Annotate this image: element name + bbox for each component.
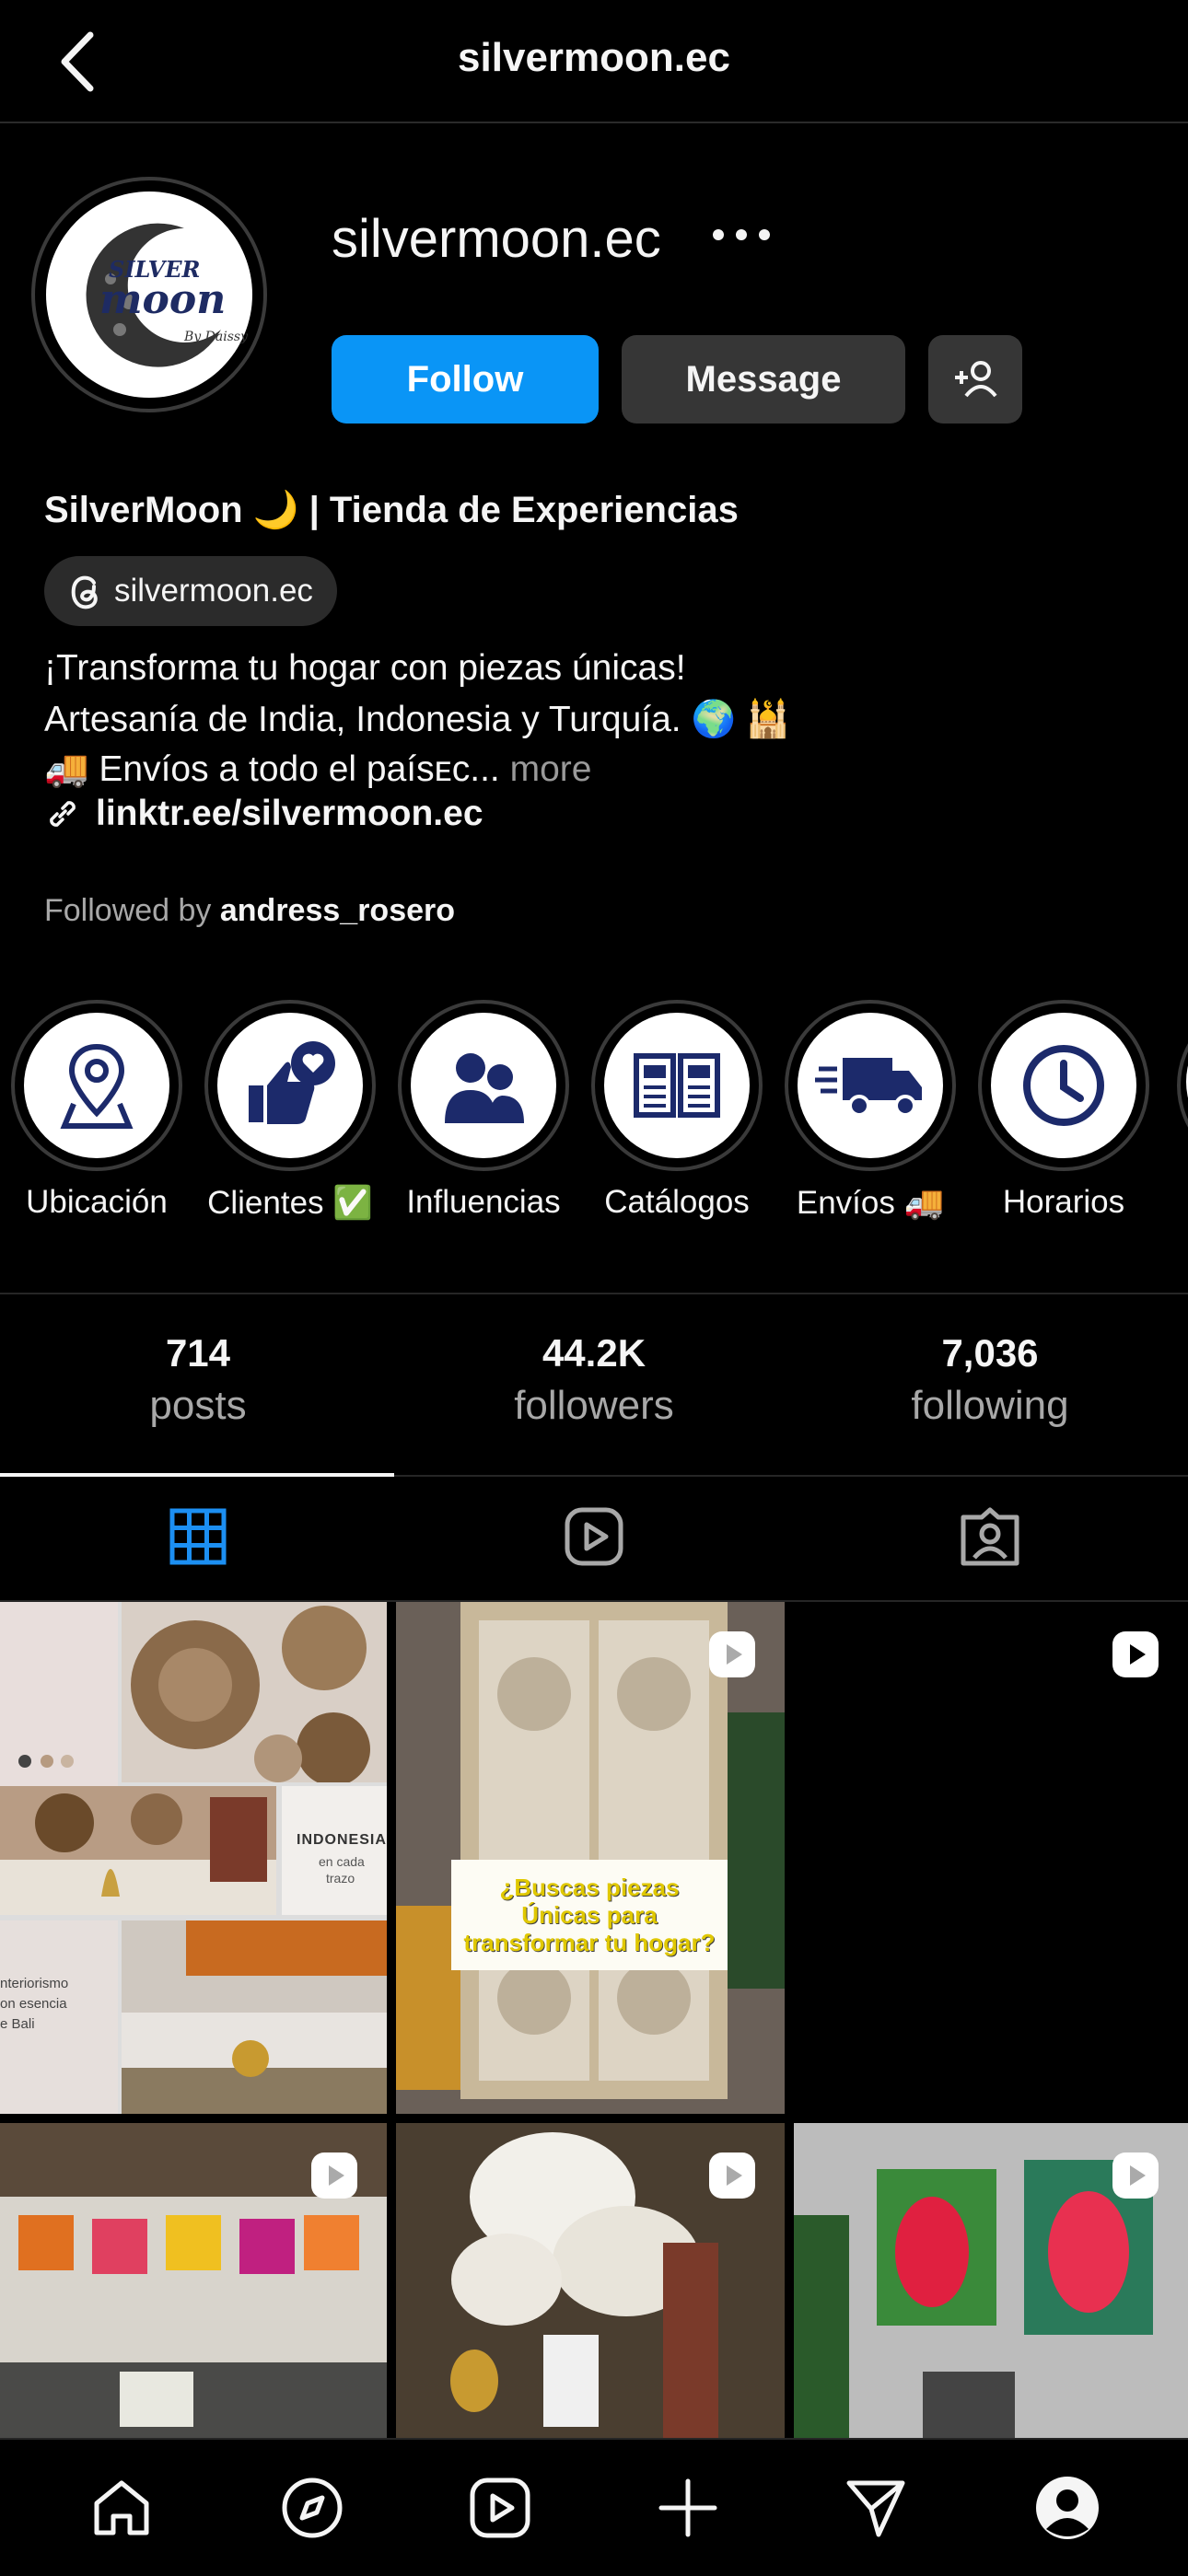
dot	[41, 1755, 53, 1768]
reel-badge	[707, 2151, 757, 2205]
post-tile[interactable]	[794, 1602, 1188, 2114]
post-photo	[122, 1602, 387, 1786]
post-text: INDONESIA	[297, 1832, 387, 1848]
tab-grid[interactable]	[0, 1473, 396, 1600]
reels-icon	[470, 2477, 530, 2538]
post-caption-overlay: ¿Buscas piezas Únicas para transformar t…	[451, 1860, 728, 1970]
post-panel: INDONESIA en cada trazo	[282, 1786, 387, 1915]
dot	[18, 1755, 31, 1768]
home-icon	[94, 2480, 149, 2535]
logo-text-main: moon	[99, 276, 227, 323]
post-tile[interactable]: ¿Buscas piezas Únicas para transformar t…	[396, 1602, 785, 2114]
top-bar: silvermoon.ec	[0, 0, 1188, 123]
bio-more-link[interactable]: more	[510, 749, 592, 789]
bottom-navigation	[0, 2438, 1188, 2576]
reels-icon	[565, 1507, 623, 1566]
post-panel	[0, 1602, 118, 1786]
clock-icon	[1023, 1045, 1104, 1126]
more-options-button[interactable]	[709, 221, 774, 249]
following-label: following	[911, 1383, 1069, 1428]
reels-icon	[1112, 2152, 1159, 2199]
followers-label: followers	[514, 1383, 674, 1428]
highlight-label: Horarios	[1002, 1184, 1125, 1220]
profile-tabs	[0, 1473, 1188, 1602]
page-title: silvermoon.ec	[458, 35, 730, 80]
living-room-image	[0, 1793, 276, 1915]
thumbs-up-heart-icon	[249, 1041, 335, 1124]
profile-icon	[1036, 2477, 1099, 2539]
woven-plates-image	[131, 1606, 370, 1786]
threads-handle: silvermoon.ec	[114, 573, 313, 609]
profile-username: silvermoon.ec	[332, 209, 661, 269]
post-text: trazo	[326, 1871, 355, 1886]
threads-icon	[71, 575, 98, 609]
posts-label: posts	[149, 1383, 247, 1428]
followers-stat[interactable]: 44.2K followers	[396, 1331, 792, 1429]
followed-by-prefix: Followed by	[44, 893, 212, 928]
post-panel: nteriorismo on esencia e Bali	[0, 1920, 118, 2114]
add-user-icon	[955, 361, 997, 398]
profile-avatar[interactable]: SILVER moon By Daissy	[31, 177, 267, 412]
tagged-icon	[961, 1507, 1019, 1566]
posts-count: 714	[165, 1331, 231, 1375]
post-text: nteriorismo	[0, 1976, 69, 1991]
people-icon	[445, 1053, 524, 1123]
post-tile[interactable]	[396, 2123, 785, 2438]
reels-icon	[1112, 1631, 1159, 1677]
bio-link-text: linktr.ee/silvermoon.ec	[96, 794, 483, 833]
reel-badge	[1111, 2151, 1160, 2205]
active-tab-indicator	[0, 1473, 394, 1477]
message-button[interactable]: Message	[622, 335, 905, 424]
post-text: en cada	[319, 1854, 365, 1869]
reels-icon	[311, 2152, 357, 2199]
reel-badge	[309, 2151, 359, 2205]
reel-badge	[707, 1630, 757, 1684]
catalog-book-icon	[634, 1053, 720, 1118]
bio-line-3-text: 🚚 Envíos a todo el paísᴇᴄ...	[44, 749, 500, 789]
reels-icon	[709, 2152, 755, 2199]
create-icon	[658, 2478, 717, 2537]
post-text: on esencia	[0, 1996, 67, 2012]
explore-icon	[282, 2477, 343, 2538]
location-pin-icon	[60, 1043, 134, 1129]
reels-icon	[709, 1631, 755, 1677]
link-icon	[50, 801, 76, 827]
followers-count: 44.2K	[542, 1331, 646, 1375]
sofa-room-image	[122, 1920, 387, 2114]
followed-by[interactable]: Followed by andress_rosero	[44, 893, 455, 929]
post-tile[interactable]	[794, 2123, 1188, 2438]
bio-line-3: 🚚 Envíos a todo el paísᴇᴄ... more	[44, 748, 591, 790]
logo-text-sub: By Daissy	[184, 330, 248, 344]
suggested-users-button[interactable]	[928, 335, 1022, 424]
tab-reels[interactable]	[396, 1473, 792, 1600]
post-photo	[0, 1786, 276, 1915]
dot	[61, 1755, 74, 1768]
post-tile[interactable]	[0, 2123, 387, 2438]
post-photo	[122, 1920, 387, 2114]
grid-icon	[169, 1508, 227, 1565]
posts-stat[interactable]: 714 posts	[0, 1331, 396, 1429]
bio-line-2: Artesanía de India, Indonesia y Turquía.…	[44, 700, 791, 739]
followed-by-user: andress_rosero	[219, 893, 456, 928]
nav-profile[interactable]	[949, 2440, 1186, 2576]
bio-line-1: ¡Transforma tu hogar con piezas únicas!	[44, 648, 686, 688]
post-tile[interactable]: INDONESIA en cada trazo nteriorismo on e…	[0, 1602, 387, 2114]
display-name: SilverMoon 🌙 | Tienda de Experiencias	[44, 490, 739, 530]
direct-icon	[846, 2480, 905, 2537]
reel-badge	[1111, 1630, 1160, 1684]
bio-link[interactable]: linktr.ee/silvermoon.ec	[44, 794, 483, 834]
delivery-truck-icon	[815, 1058, 922, 1117]
more-horizontal-icon	[713, 229, 770, 240]
highlight-partial[interactable]	[1171, 1000, 1188, 1171]
profile-stats: 714 posts 44.2K followers 7,036 followin…	[0, 1293, 1188, 1477]
following-stat[interactable]: 7,036 following	[792, 1331, 1188, 1429]
following-count: 7,036	[941, 1331, 1039, 1375]
follow-button[interactable]: Follow	[332, 335, 599, 424]
tab-tagged[interactable]	[792, 1473, 1188, 1600]
post-text: e Bali	[0, 2016, 35, 2032]
threads-badge[interactable]: silvermoon.ec	[44, 556, 337, 626]
